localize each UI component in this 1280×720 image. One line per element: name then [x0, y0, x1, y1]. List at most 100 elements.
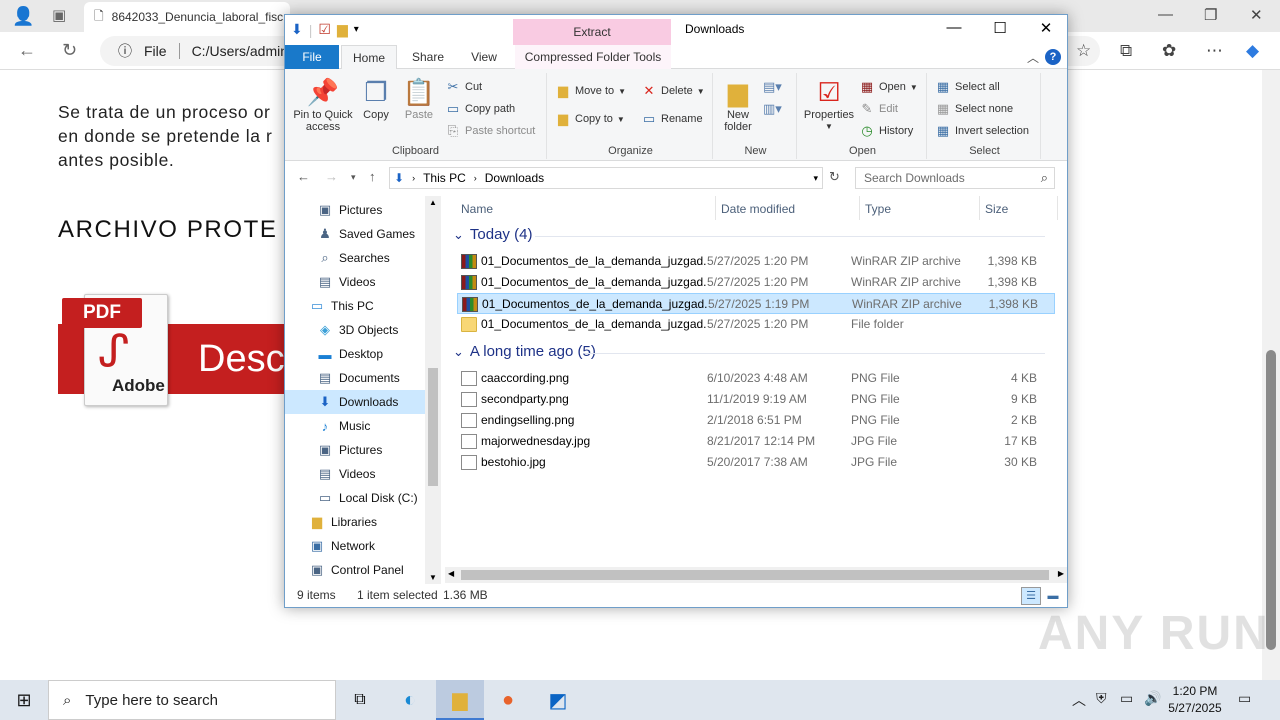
nav-item[interactable]: ▣ Network [285, 534, 425, 558]
easy-access-icon[interactable]: ▥▾ [763, 101, 782, 117]
qat-dropdown-icon[interactable]: ▾ [354, 24, 359, 35]
file-row[interactable]: bestohio.jpg 5/20/2017 7:38 AM JPG File 30 … [457, 452, 1055, 473]
breadcrumb-this-pc[interactable]: This PC [423, 171, 466, 185]
history-button[interactable]: ◷ History [859, 123, 913, 139]
edit-button[interactable]: ✎ Edit [859, 101, 898, 117]
nav-item[interactable]: ▣ Pictures [285, 438, 425, 462]
nav-back-icon[interactable]: ← [297, 169, 310, 184]
copy-path-button[interactable]: ▭ Copy path [445, 101, 515, 117]
open-button[interactable]: ▦ Open ▼ [859, 79, 918, 95]
properties-button[interactable]: ☑ Properties ▼ [801, 75, 857, 133]
help-icon[interactable]: ? [1045, 49, 1061, 65]
breadcrumb-downloads[interactable]: Downloads [485, 171, 544, 185]
delete-button[interactable]: ✕ Delete ▼ [641, 83, 705, 99]
network-tray-icon[interactable]: ▭ [1120, 690, 1133, 707]
invert-selection-button[interactable]: ▦ Invert selection [935, 123, 1029, 139]
task-view-button[interactable]: ⧉ [336, 680, 384, 720]
scroll-up-icon[interactable]: ▲ [429, 198, 437, 207]
extract-context-tab[interactable]: Extract [513, 19, 671, 47]
select-none-button[interactable]: ▦ Select none [935, 101, 1013, 117]
security-icon[interactable]: ⛨ [1096, 690, 1107, 707]
back-icon[interactable]: ← [18, 40, 36, 61]
nav-item[interactable]: ▤ Videos [285, 462, 425, 486]
collapse-ribbon-icon[interactable]: ︿ [1027, 49, 1039, 66]
volume-icon[interactable]: 🔊 [1144, 690, 1161, 707]
path-bar[interactable]: ⬇ › This PC › Downloads ▾ [389, 167, 823, 189]
nav-item[interactable]: ◈ 3D Objects [285, 318, 425, 342]
nav-up-icon[interactable]: ↑ [369, 169, 376, 184]
nav-item[interactable]: ⌕ Searches [285, 246, 425, 270]
refresh-icon[interactable]: ↻ [62, 40, 77, 61]
nav-item[interactable]: ▣ Pictures [285, 198, 425, 222]
details-view-icon[interactable]: ☰ [1021, 587, 1041, 605]
nav-item[interactable]: ▭ This PC [285, 294, 425, 318]
scroll-right-icon[interactable]: ▶ [1058, 569, 1064, 578]
column-type[interactable]: Type [865, 202, 891, 216]
rename-button[interactable]: ▭ Rename [641, 111, 703, 127]
file-row[interactable]: 01_Documentos_de_la_demanda_juzgad... 5/2… [457, 293, 1055, 314]
tab-view[interactable]: View [459, 45, 509, 69]
taskbar-outlook[interactable]: ◩ [534, 680, 582, 720]
nav-forward-icon[interactable]: → [325, 169, 338, 184]
select-all-button[interactable]: ▦ Select all [935, 79, 1000, 95]
maximize-icon[interactable]: ☐ [977, 19, 1023, 37]
group-header[interactable]: ⌄ A long time ago (5) [453, 343, 596, 360]
taskbar-file-explorer[interactable]: ▆ [436, 680, 484, 720]
column-name[interactable]: Name [461, 202, 493, 216]
file-row[interactable]: caaccording.png 6/10/2023 4:48 AM PNG File… [457, 368, 1055, 389]
column-size[interactable]: Size [985, 202, 1008, 216]
nav-item[interactable]: ▭ Local Disk (C:) [285, 486, 425, 510]
nav-scrollbar-thumb[interactable] [428, 368, 438, 486]
nav-scrollbar[interactable]: ▲ ▼ [425, 196, 441, 584]
copilot-icon[interactable]: ◆ [1246, 41, 1259, 61]
horizontal-scrollbar-thumb[interactable] [461, 570, 1049, 580]
new-folder-button[interactable]: ▆ New folder [719, 75, 757, 133]
favorite-star-icon[interactable]: ☆ [1076, 41, 1091, 61]
new-item-icon[interactable]: ▤▾ [763, 79, 782, 95]
tab-home[interactable]: Home [341, 45, 397, 70]
paste-button[interactable]: 📋 Paste [401, 75, 437, 121]
browser-restore-icon[interactable]: ❐ [1204, 6, 1217, 24]
group-header[interactable]: ⌄ Today (4) [453, 226, 532, 243]
nav-item[interactable]: ▤ Documents [285, 366, 425, 390]
scroll-down-icon[interactable]: ▼ [429, 573, 437, 582]
minimize-icon[interactable]: — [931, 19, 977, 36]
paste-shortcut-button[interactable]: ⎘ Paste shortcut [445, 123, 536, 139]
column-date-modified[interactable]: Date modified [721, 202, 795, 216]
pin-quick-access-button[interactable]: 📌 Pin to Quick access [291, 75, 355, 133]
nav-item[interactable]: ▬ Desktop [285, 342, 425, 366]
tab-compressed-folder-tools[interactable]: Compressed Folder Tools [515, 45, 671, 69]
more-menu-icon[interactable]: ⋯ [1206, 41, 1223, 61]
large-icons-view-icon[interactable]: ▬ [1043, 587, 1063, 605]
tab-share[interactable]: Share [403, 45, 453, 69]
file-row[interactable]: 01_Documentos_de_la_demanda_juzgad... 5/2… [457, 251, 1055, 272]
search-input[interactable]: Search Downloads ⌕ [855, 167, 1055, 189]
tab-actions-icon[interactable]: ▣ [52, 6, 66, 24]
page-scrollbar-thumb[interactable] [1266, 350, 1276, 650]
horizontal-scrollbar[interactable]: ◀ ▶ [445, 567, 1067, 583]
nav-item[interactable]: ⬇ Downloads [285, 390, 425, 414]
collections-icon[interactable]: ⧉ [1120, 41, 1132, 61]
profile-icon[interactable]: 👤 [12, 6, 34, 27]
browser-minimize-icon[interactable]: — [1158, 6, 1173, 23]
nav-item[interactable]: ▣ Control Panel [285, 558, 425, 582]
nav-item[interactable]: ▤ Videos [285, 270, 425, 294]
taskbar-firefox[interactable]: ● [484, 680, 532, 720]
file-row[interactable]: secondparty.png 11/1/2019 9:19 AM PNG File… [457, 389, 1055, 410]
file-row[interactable]: endingselling.png 2/1/2018 6:51 PM PNG Fil… [457, 410, 1055, 431]
file-row[interactable]: 01_Documentos_de_la_demanda_juzgad... 5/2… [457, 272, 1055, 293]
file-row[interactable]: majorwednesday.jpg 8/21/2017 12:14 PM JPG … [457, 431, 1055, 452]
path-dropdown-icon[interactable]: ▾ [813, 173, 818, 184]
browser-close-icon[interactable]: ✕ [1250, 6, 1263, 24]
move-to-button[interactable]: ▆ Move to ▼ [555, 83, 626, 99]
recent-locations-icon[interactable]: ▾ [351, 172, 356, 183]
nav-item[interactable]: ♟ Saved Games [285, 222, 425, 246]
show-hidden-icons[interactable]: ︿ [1072, 690, 1086, 710]
scroll-left-icon[interactable]: ◀ [448, 569, 454, 578]
start-button[interactable]: ⊞ [0, 680, 48, 720]
copy-to-button[interactable]: ▆ Copy to ▼ [555, 111, 625, 127]
refresh-path-icon[interactable]: ↻ [829, 169, 840, 185]
nav-item[interactable]: ▆ Libraries [285, 510, 425, 534]
taskbar-search[interactable]: ⌕ Type here to search [48, 680, 336, 720]
notifications-icon[interactable]: ▭ [1238, 690, 1251, 707]
